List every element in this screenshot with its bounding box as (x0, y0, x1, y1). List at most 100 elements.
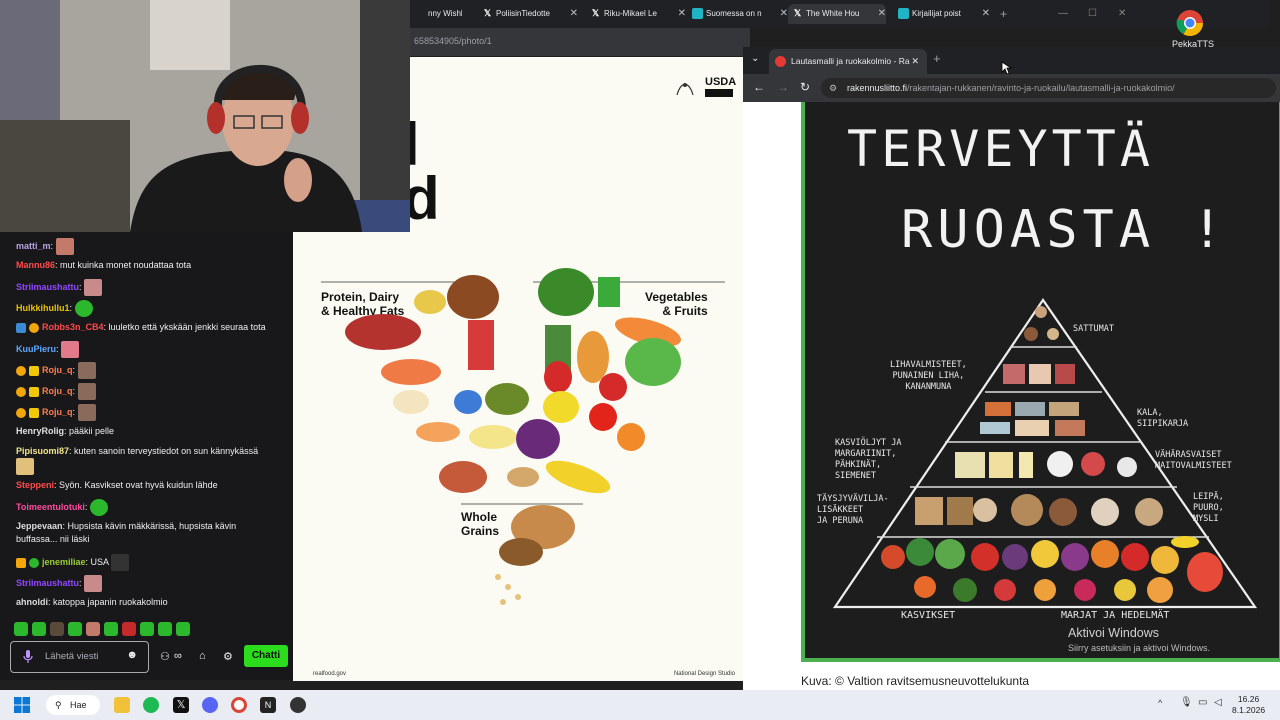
chat-username[interactable]: matti_m (16, 241, 51, 251)
stream-chat: matti_m: Mannu86: mut kuinka monet nouda… (0, 232, 293, 680)
channel-points-icon[interactable]: ⚇ (160, 650, 170, 663)
chat-username[interactable]: Roju_q (42, 386, 73, 396)
microphone-tray-icon[interactable]: 🎙 (1180, 697, 1193, 708)
chrome-app-icon[interactable] (1175, 8, 1205, 38)
taskbar-search[interactable]: ⚲ Hae (46, 695, 100, 715)
close-window-icon[interactable]: ✕ (1118, 8, 1126, 19)
chat-username[interactable]: Steppeni (16, 480, 54, 490)
emote-icon[interactable] (140, 622, 154, 636)
chat-username[interactable]: Mannu86 (16, 260, 55, 270)
forward-arrow-icon[interactable]: → (777, 80, 789, 94)
site-info-icon[interactable]: ⚙ (829, 78, 837, 98)
new-tab-button[interactable]: + (933, 51, 941, 66)
emote-icon[interactable] (14, 622, 28, 636)
emote-icon[interactable] (104, 622, 118, 636)
tab-search-icon[interactable]: ⌄ (751, 53, 759, 64)
file-explorer-icon[interactable] (114, 697, 130, 713)
close-icon[interactable]: ✕ (911, 49, 919, 74)
network-icon[interactable]: ▭ (1198, 697, 1207, 708)
close-icon[interactable]: ✕ (678, 4, 686, 24)
emote-icon (77, 362, 96, 379)
board-label-tays: Täysjyväviljа- lisäkkeet ja peruna (817, 494, 889, 526)
emote-icon[interactable] (122, 622, 136, 636)
emote-icon[interactable] (86, 622, 100, 636)
maximize-icon[interactable]: ☐ (1088, 8, 1097, 19)
yle-icon (692, 8, 703, 19)
address-bar[interactable]: ⚙ rakennusliitto.fi/rakentajan-rukkanen/… (821, 78, 1276, 98)
image-caption: Kuva: © Valtion ravitsemusneuvottelukunt… (801, 674, 1030, 688)
back-arrow-icon[interactable]: ← (753, 80, 765, 94)
chat-username[interactable]: Roju_q (42, 365, 73, 375)
windows-start-icon[interactable] (14, 697, 30, 713)
microphone-icon[interactable] (23, 650, 33, 664)
chat-username[interactable]: Toimeentulotuki (16, 502, 85, 512)
clock-time: 16.26 (1237, 694, 1260, 704)
badge-icon (16, 407, 26, 418)
badge-icon (29, 386, 39, 397)
shop-icon[interactable]: ⌂ (199, 650, 206, 662)
x-app-icon[interactable]: 𝕏 (173, 697, 189, 713)
back-tab-4[interactable]: Suomessa on n ✕ (688, 4, 788, 24)
back-tab-1[interactable]: nny Wishbo (410, 4, 462, 24)
close-icon[interactable]: ✕ (982, 4, 990, 24)
chat-username[interactable]: Roju_q (42, 407, 73, 417)
tab-title: Lautasmalli ja ruokakolmio - Ra (791, 56, 910, 66)
search-icon: ⚲ (55, 700, 62, 710)
chat-message: Striimaushattu: (16, 279, 278, 296)
emote-icon (111, 554, 130, 571)
chat-username[interactable]: Robbs3n_CB4 (42, 322, 104, 332)
chat-username[interactable]: jenemiliae (42, 557, 86, 567)
footer-credit: National Design Studio (673, 671, 735, 677)
badge-icon (16, 557, 26, 568)
back-tab-2[interactable]: 𝕏 PoliisinTiedotte ✕ (478, 4, 578, 24)
footer-url: realfood.gov (313, 671, 347, 677)
back-url-bar[interactable]: 658534905/photo/1 (410, 28, 750, 56)
chat-username[interactable]: HenryRolig (16, 426, 64, 436)
close-icon[interactable]: ✕ (780, 4, 788, 24)
spotify-icon[interactable] (143, 697, 159, 713)
chrome-taskbar-icon[interactable] (231, 697, 247, 713)
volume-icon[interactable]: ◁ (1214, 697, 1222, 708)
chat-send-button[interactable]: Chatti (244, 645, 288, 667)
taskbar-clock[interactable]: 16.26 8.1.2026 (1232, 694, 1265, 716)
close-icon[interactable]: ✕ (570, 4, 578, 24)
back-tab-3[interactable]: 𝕏 Riku-Mikael Le ✕ (586, 4, 686, 24)
front-tab-active[interactable]: Lautasmalli ja ruokakolmio - Ra ✕ (769, 49, 927, 74)
mouse-cursor-icon (1001, 61, 1013, 75)
back-tab-5[interactable]: 𝕏 The White Hou ✕ (788, 4, 886, 24)
discord-icon[interactable] (202, 697, 218, 713)
badge-icon (29, 407, 39, 418)
emote-icon[interactable] (32, 622, 46, 636)
board-label-kasvioljyt: Kasviöljyt ja margariinit, pähkinät, sie… (835, 438, 902, 481)
app-icon[interactable]: N (260, 697, 276, 713)
emote-icon (84, 575, 103, 592)
front-browser-tabbar: ⌄ Lautasmalli ja ruokakolmio - Ra ✕ + (743, 47, 1280, 75)
close-icon[interactable]: ✕ (878, 4, 886, 24)
chat-username[interactable]: Pipisuomi87 (16, 446, 69, 456)
new-tab-button[interactable]: + (996, 4, 1016, 24)
emoji-picker-icon[interactable]: ☻ (126, 649, 138, 661)
chat-message: Roju_q: (16, 383, 278, 400)
obs-icon[interactable] (290, 697, 306, 713)
chat-username[interactable]: Striimaushattu (16, 578, 79, 588)
chat-username[interactable]: Striimaushattu (16, 282, 79, 292)
chat-username[interactable]: ahnoldi (16, 597, 48, 607)
minimize-icon[interactable]: — (1058, 8, 1068, 19)
chat-username[interactable]: Jeppevaan (16, 521, 63, 531)
back-tab-6[interactable]: Kirjailijat poist ✕ (894, 4, 990, 24)
chat-message: Mannu86: mut kuinka monet noudattaa tota (16, 260, 192, 270)
chat-text: USA (90, 556, 109, 567)
chat-username[interactable]: KuuPieru (16, 344, 56, 354)
reload-icon[interactable]: ↻ (800, 80, 810, 94)
infinity-icon[interactable]: ∞ (174, 650, 182, 662)
chevron-up-icon[interactable]: ^ (1158, 698, 1162, 708)
emote-icon[interactable] (50, 622, 64, 636)
emote-icon[interactable] (176, 622, 190, 636)
tab-title: PoliisinTiedotte (496, 9, 550, 18)
emote-icon[interactable] (158, 622, 172, 636)
chat-username[interactable]: Hulkkihullu1 (16, 303, 70, 313)
chat-input[interactable]: Lähetä viesti ☻ (10, 641, 149, 673)
settings-gear-icon[interactable]: ⚙ (223, 650, 233, 663)
emote-icon (84, 279, 103, 296)
emote-icon[interactable] (68, 622, 82, 636)
